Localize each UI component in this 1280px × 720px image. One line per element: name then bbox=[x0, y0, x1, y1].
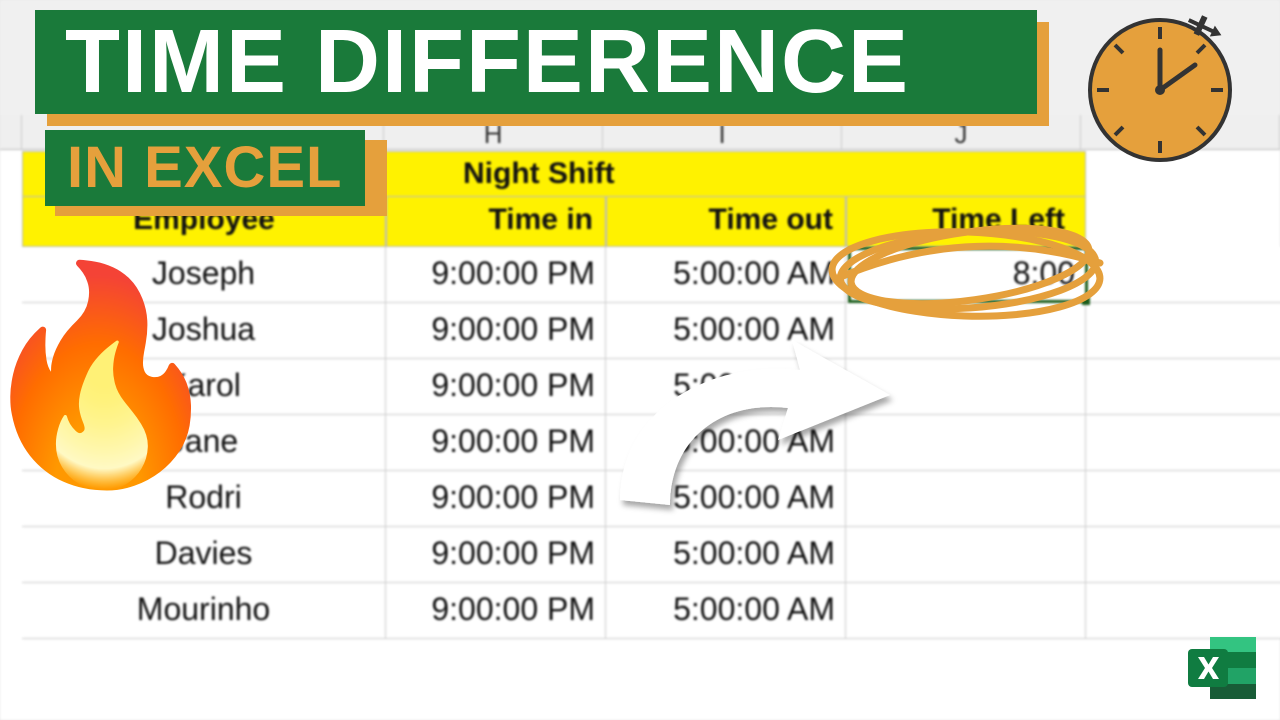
cell-empty-k[interactable] bbox=[1086, 415, 1280, 471]
cell-time-left[interactable] bbox=[846, 471, 1086, 527]
cell-employee[interactable]: Mourinho bbox=[22, 583, 386, 639]
cell-time-left[interactable] bbox=[846, 359, 1086, 415]
cell-time-left[interactable] bbox=[846, 303, 1086, 359]
header-time-in[interactable]: Time in bbox=[386, 197, 606, 247]
cell-time-in[interactable]: 9:00:00 PM bbox=[386, 527, 606, 583]
title-sub-overlay: IN EXCEL bbox=[45, 130, 365, 206]
cell-empty-k[interactable] bbox=[1086, 303, 1280, 359]
cell-empty-k[interactable] bbox=[1086, 359, 1280, 415]
header-time-left[interactable]: Time Left bbox=[846, 197, 1086, 247]
header-time-out[interactable]: Time out bbox=[606, 197, 846, 247]
cell-time-in[interactable]: 9:00:00 PM bbox=[386, 303, 606, 359]
cell-time-left[interactable] bbox=[846, 415, 1086, 471]
title-main-text: TIME DIFFERENCE bbox=[35, 10, 1037, 114]
cell-empty-k[interactable] bbox=[1086, 527, 1280, 583]
cell-empty-k[interactable] bbox=[1086, 471, 1280, 527]
table-row: Mourinho 9:00:00 PM 5:00:00 AM bbox=[22, 583, 1280, 639]
cell-time-out[interactable]: 5:00:00 AM bbox=[606, 471, 846, 527]
excel-logo-icon bbox=[1182, 633, 1262, 708]
cell-time-left[interactable]: 8:00 bbox=[846, 247, 1086, 303]
cell-time-left[interactable] bbox=[846, 583, 1086, 639]
fire-icon: 🔥 bbox=[0, 270, 231, 480]
row-header-spacer bbox=[0, 115, 22, 149]
cell-time-left[interactable] bbox=[846, 527, 1086, 583]
cell-empty-k[interactable] bbox=[1086, 583, 1280, 639]
cell-time-in[interactable]: 9:00:00 PM bbox=[386, 415, 606, 471]
cell-time-in[interactable]: 9:00:00 PM bbox=[386, 583, 606, 639]
cell-time-out[interactable]: 5:00:00 AM bbox=[606, 247, 846, 303]
cell-time-in[interactable]: 9:00:00 PM bbox=[386, 247, 606, 303]
title-main-overlay: TIME DIFFERENCE bbox=[35, 10, 1037, 114]
cell-time-out[interactable]: 5:00:00 AM bbox=[606, 359, 846, 415]
cell-time-out[interactable]: 5:00:00 AM bbox=[606, 415, 846, 471]
table-row: Davies 9:00:00 PM 5:00:00 AM bbox=[22, 527, 1280, 583]
clock-icon bbox=[1075, 5, 1245, 180]
cell-time-in[interactable]: 9:00:00 PM bbox=[386, 359, 606, 415]
cell-time-out[interactable]: 5:00:00 AM bbox=[606, 583, 846, 639]
cell-time-out[interactable]: 5:00:00 AM bbox=[606, 527, 846, 583]
title-sub-text: IN EXCEL bbox=[45, 130, 365, 206]
cell-empty-k[interactable] bbox=[1086, 247, 1280, 303]
cell-time-in[interactable]: 9:00:00 PM bbox=[386, 471, 606, 527]
cell-employee[interactable]: Davies bbox=[22, 527, 386, 583]
cell-time-out[interactable]: 5:00:00 AM bbox=[606, 303, 846, 359]
